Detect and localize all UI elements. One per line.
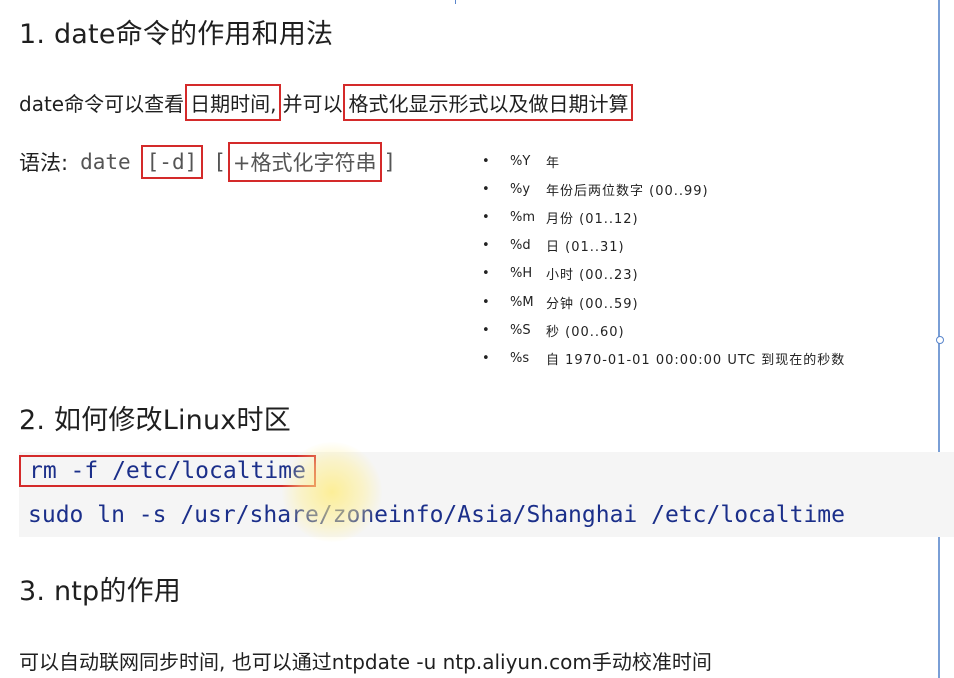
syntax-close-bracket: ] <box>383 150 397 174</box>
format-meaning: 自 1970-01-01 00:00:00 UTC 到现在的秒数 <box>546 352 846 368</box>
format-meaning: 月份 (01..12) <box>546 211 639 227</box>
bullet-icon: • <box>482 322 490 338</box>
format-meaning: 日 (01..31) <box>546 240 625 256</box>
code-line-ln: sudo ln -s /usr/share/zoneinfo/Asia/Shan… <box>28 502 845 528</box>
desc-box-format: 格式化显示形式以及做日期计算 <box>343 84 634 121</box>
syntax-label: 语法: <box>19 151 69 175</box>
section-1-title: 1. date命令的作用和用法 <box>19 19 334 50</box>
bullet-icon: • <box>482 350 490 366</box>
format-spec-list: • %Y 年 • %y 年份后两位数字 (00..99) • %m 月份 (01… <box>482 147 845 373</box>
ntp-description: 可以自动联网同步时间, 也可以通过ntpdate -u ntp.aliyun.c… <box>19 650 712 674</box>
format-code: %s <box>510 350 530 366</box>
format-spec-item: • %M 分钟 (00..59) <box>482 288 845 316</box>
section-2-title: 2. 如何修改Linux时区 <box>19 405 291 436</box>
format-meaning: 小时 (00..23) <box>546 268 639 284</box>
syntax-open-bracket: [ <box>213 150 226 174</box>
format-meaning: 秒 (00..60) <box>546 324 625 340</box>
format-spec-item: • %Y 年 <box>482 147 845 175</box>
desc-prefix: date命令可以查看 <box>19 92 185 116</box>
bullet-icon: • <box>482 209 490 225</box>
code-line-rm: rm -f /etc/localtime <box>19 455 316 487</box>
bullet-icon: • <box>482 153 490 169</box>
resize-handle[interactable] <box>936 336 944 344</box>
format-spec-item: • %S 秒 (00..60) <box>482 316 845 344</box>
bullet-icon: • <box>482 181 490 197</box>
bullet-icon: • <box>482 238 490 254</box>
format-code: %y <box>510 181 531 197</box>
format-code: %d <box>510 238 531 254</box>
format-code: %S <box>510 322 531 338</box>
code-block[interactable]: rm -f /etc/localtime sudo ln -s /usr/sha… <box>19 452 954 537</box>
format-spec-item: • %d 日 (01..31) <box>482 232 845 260</box>
format-code: %Y <box>510 153 531 169</box>
syntax-format-string: +格式化字符串 <box>227 142 382 182</box>
format-meaning: 年 <box>546 155 561 171</box>
slide-page: 1. date命令的作用和用法 date命令可以查看 日期时间, 并可以 格式化… <box>0 0 954 678</box>
bullet-icon: • <box>482 266 490 282</box>
syntax-option-d: [-d] <box>140 145 204 179</box>
format-code: %m <box>510 209 536 225</box>
desc-box-datetime: 日期时间, <box>185 84 282 121</box>
selection-top-marker <box>455 0 456 4</box>
bullet-icon: • <box>482 294 490 310</box>
format-meaning: 年份后两位数字 (00..99) <box>546 183 709 199</box>
format-spec-item: • %s 自 1970-01-01 00:00:00 UTC 到现在的秒数 <box>482 344 845 372</box>
date-description: date命令可以查看 日期时间, 并可以 格式化显示形式以及做日期计算 <box>19 84 634 121</box>
syntax-line: 语法: date [-d] [ +格式化字符串 ] <box>19 142 396 182</box>
format-spec-item: • %m 月份 (01..12) <box>482 203 845 231</box>
syntax-command: date <box>80 150 131 174</box>
format-meaning: 分钟 (00..59) <box>546 296 639 312</box>
format-code: %H <box>510 266 533 282</box>
section-3-title: 3. ntp的作用 <box>19 576 181 607</box>
desc-middle: 并可以 <box>282 92 343 116</box>
format-code: %M <box>510 294 534 310</box>
format-spec-item: • %H 小时 (00..23) <box>482 260 845 288</box>
format-spec-item: • %y 年份后两位数字 (00..99) <box>482 175 845 203</box>
